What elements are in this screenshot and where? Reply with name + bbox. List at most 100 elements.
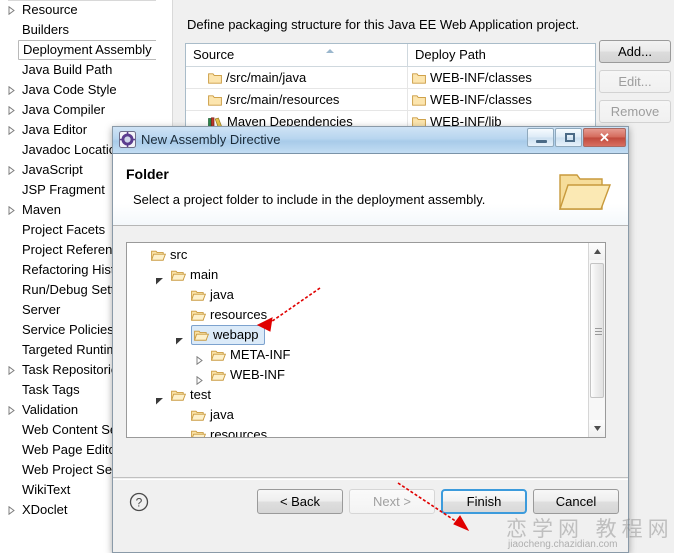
folder-tree-item-label: webapp [213, 327, 259, 342]
cancel-button[interactable]: Cancel [533, 489, 619, 514]
folder-tree-item-label: resources [210, 307, 268, 322]
cell-deploy-path: WEB-INF/classes [408, 67, 595, 88]
folder-tree-item[interactable]: webapp [127, 325, 587, 345]
sidebar-item-label: Web Page Editor [22, 442, 121, 457]
column-header-source-label: Source [193, 47, 235, 62]
folder-tree-item-inner: resources [191, 427, 268, 438]
folder-tree-item[interactable]: resources [127, 305, 587, 325]
folder-tree-item-inner: webapp [191, 325, 265, 345]
folder-tree-item[interactable]: test [127, 385, 587, 405]
chevron-right-icon[interactable] [8, 366, 15, 375]
folder-tree-item[interactable]: META-INF [127, 345, 587, 366]
folder-tree-item[interactable]: resources [127, 425, 587, 438]
folder-tree-item[interactable]: main [127, 265, 587, 285]
folder-tree[interactable]: src main java resources webapp META-INF WEB-IN… [127, 245, 587, 438]
screen: Resource Builders Deployment Assembly Java … [0, 0, 674, 553]
folder-icon [210, 347, 227, 367]
table-header-row: Source Deploy Path [186, 44, 595, 67]
folder-tree-panel[interactable]: src main java resources webapp META-INF WEB-IN… [126, 242, 606, 438]
dialog-titlebar[interactable]: New Assembly Directive ✕ [113, 127, 628, 154]
folder-icon [170, 267, 187, 287]
folder-icon [170, 387, 187, 407]
sidebar-item-label: Validation [22, 402, 79, 417]
close-button[interactable]: ✕ [583, 128, 626, 147]
dialog-heading: Folder [126, 166, 169, 182]
maximize-button[interactable] [555, 128, 582, 147]
table-body: /src/main/java WEB-INF/classes/src/main/r… [186, 67, 595, 127]
chevron-right-icon[interactable] [8, 206, 15, 215]
folder-tree-item-inner: resources [190, 307, 268, 322]
cell-deploy-path-label: WEB-INF/classes [430, 92, 532, 107]
sidebar-item-label: Java Editor [22, 122, 88, 137]
chevron-right-icon[interactable] [8, 166, 15, 175]
dialog-body: src main java resources webapp META-INF WEB-IN… [113, 226, 628, 526]
scroll-up-button[interactable] [589, 243, 605, 260]
column-header-deploy-path[interactable]: Deploy Path [408, 44, 595, 66]
tree-scrollbar-thumb[interactable] [590, 263, 604, 398]
folder-tree-item-label: resources [210, 427, 268, 438]
scrollbar-grip-icon [595, 328, 602, 335]
back-button[interactable]: < Back [257, 489, 343, 514]
column-header-source[interactable]: Source [186, 44, 408, 66]
sidebar-item-label: WikiText [22, 482, 71, 497]
sidebar-item-java-code-style[interactable]: Java Code Style [0, 80, 156, 100]
chevron-down-icon[interactable] [155, 271, 164, 285]
folder-tree-item[interactable]: src [127, 245, 587, 265]
cell-deploy-path: WEB-INF/classes [408, 89, 595, 110]
chevron-right-icon[interactable] [195, 371, 204, 386]
folder-tree-item-inner: META-INF [210, 347, 290, 362]
next-button[interactable]: Next > [349, 489, 435, 514]
folder-tree-item[interactable]: java [127, 285, 587, 305]
sidebar-item-label: Java Code Style [22, 82, 117, 97]
sidebar-item-java-build-path[interactable]: Java Build Path [0, 60, 156, 80]
folder-tree-item[interactable]: java [127, 405, 587, 425]
minimize-button[interactable] [527, 128, 554, 147]
folder-icon [208, 69, 222, 88]
edit-button[interactable]: Edit... [599, 70, 671, 93]
chevron-right-icon[interactable] [8, 406, 15, 415]
sidebar-item-label: Maven [22, 202, 62, 217]
chevron-right-icon[interactable] [8, 6, 15, 15]
folder-icon [190, 287, 207, 307]
chevron-right-icon[interactable] [8, 126, 15, 135]
eclipse-gear-icon [119, 131, 136, 148]
sidebar-item-label: Java Build Path [22, 62, 113, 77]
minimize-icon [536, 140, 547, 143]
table-row[interactable]: /src/main/java WEB-INF/classes [186, 67, 595, 89]
dialog-header: Folder Select a project folder to includ… [113, 154, 628, 226]
dialog-footer: ? < Back Next > Finish Cancel [113, 477, 628, 526]
sidebar-item-label: Server [22, 302, 61, 317]
cell-deploy-path-label: WEB-INF/classes [430, 70, 532, 85]
chevron-down-icon[interactable] [155, 391, 164, 405]
tree-scrollbar[interactable] [588, 243, 605, 437]
remove-button[interactable]: Remove [599, 100, 671, 123]
window-controls: ✕ [526, 128, 626, 147]
assembly-table[interactable]: Source Deploy Path /src/main/java WEB-INF… [185, 43, 596, 128]
cell-source: /src/main/java [186, 67, 408, 88]
sidebar-item-label: Builders [22, 22, 69, 37]
folder-tree-item[interactable]: WEB-INF [127, 365, 587, 386]
add-button[interactable]: Add... [599, 40, 671, 63]
sidebar-item-label: Resource [22, 2, 78, 17]
dialog-title: New Assembly Directive [141, 132, 281, 147]
chevron-right-icon[interactable] [8, 106, 15, 115]
sidebar-item-java-compiler[interactable]: Java Compiler [0, 100, 156, 120]
folder-tree-item-content: main [170, 265, 218, 287]
chevron-right-icon[interactable] [8, 506, 15, 515]
chevron-right-icon[interactable] [8, 86, 15, 95]
scroll-down-button[interactable] [589, 420, 605, 437]
sidebar-item-resource[interactable]: Resource [0, 0, 156, 20]
new-assembly-directive-dialog: New Assembly Directive ✕ Folder Select a… [112, 126, 629, 553]
chevron-right-icon[interactable] [195, 351, 204, 366]
chevron-down-icon[interactable] [175, 331, 184, 345]
folder-tree-item-inner: src [150, 247, 187, 262]
question-mark-icon[interactable]: ? [129, 492, 149, 512]
table-row[interactable]: /src/main/resources WEB-INF/classes [186, 89, 595, 111]
folder-tree-item-label: test [190, 387, 211, 402]
sidebar-item-deployment-assembly[interactable]: Deployment Assembly [0, 40, 157, 60]
sidebar-item-builders[interactable]: Builders [0, 20, 156, 40]
folder-tree-item-label: java [210, 287, 234, 302]
finish-button[interactable]: Finish [441, 489, 527, 514]
close-icon: ✕ [599, 129, 610, 145]
sidebar-item-label: Deployment Assembly [18, 40, 157, 60]
